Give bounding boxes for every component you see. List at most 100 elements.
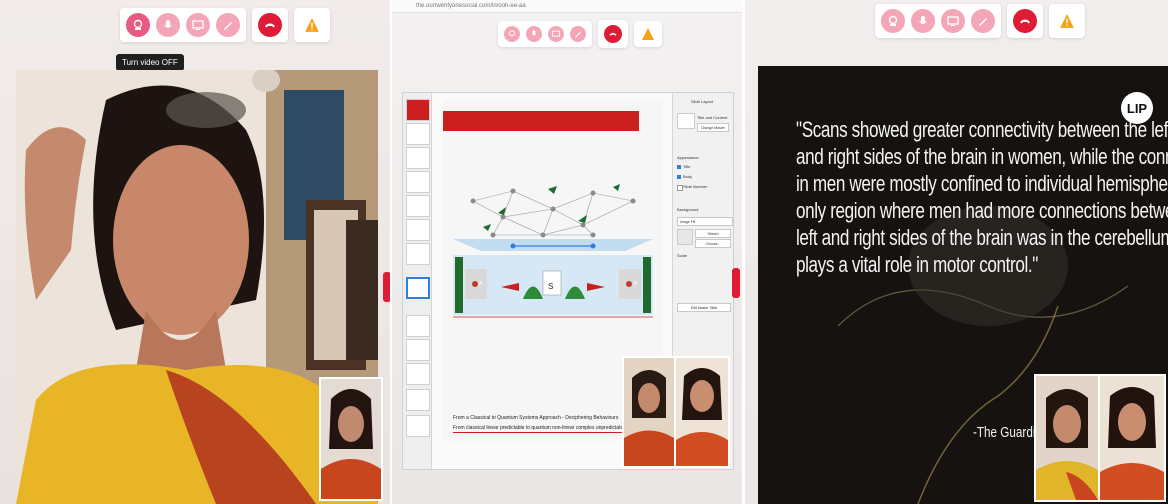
inspector-tab[interactable]: Slide Layout xyxy=(691,99,713,104)
end-call-group xyxy=(1007,4,1043,38)
report-group xyxy=(294,8,330,42)
call-toolbar xyxy=(875,4,1085,38)
toggle-mic-button[interactable] xyxy=(526,26,542,42)
participant-video-pip-2 xyxy=(674,356,730,468)
annotate-button[interactable] xyxy=(570,26,586,42)
pen-icon xyxy=(979,18,987,26)
browser-url-bar[interactable]: the.ourtwentyonesocial.com/in/ooh-ee-aa xyxy=(392,0,742,13)
sidebar-toggle-handle[interactable] xyxy=(732,268,740,298)
call-toolbar xyxy=(120,8,330,42)
participant-video-pip-1 xyxy=(1034,374,1100,502)
edit-master-button[interactable]: Edit Master Slide xyxy=(677,303,731,312)
screen-share-icon xyxy=(551,30,561,37)
sidebar-toggle-handle[interactable] xyxy=(383,272,390,302)
quote-line: and right sides of the brain in women, w… xyxy=(796,144,1168,169)
slide-thumbnail[interactable] xyxy=(406,389,430,411)
appearance-heading: Appearance xyxy=(677,155,699,160)
toggle-mic-button[interactable] xyxy=(156,13,180,37)
slide-navigator xyxy=(403,93,432,469)
participant-video-image xyxy=(624,358,674,466)
microphone-icon xyxy=(532,30,536,36)
participant-video-image xyxy=(321,379,381,499)
warning-icon xyxy=(642,28,654,40)
end-call-button[interactable] xyxy=(604,25,622,43)
screen-share-icon xyxy=(192,20,204,30)
microphone-icon xyxy=(164,20,172,28)
slide-caption-line2: From classical linear predictable to qua… xyxy=(453,425,626,431)
report-issue-button[interactable] xyxy=(1055,9,1079,33)
pen-icon xyxy=(575,31,581,38)
end-call-button[interactable] xyxy=(1013,9,1037,33)
end-call-icon xyxy=(1020,19,1030,24)
network-diagram xyxy=(453,184,653,318)
annotate-button[interactable] xyxy=(971,9,995,33)
slide-thumbnail[interactable] xyxy=(406,339,430,361)
scale-mode-select[interactable]: Stretch xyxy=(695,229,731,238)
participant-video-pip-2 xyxy=(1098,374,1166,502)
screen-share-icon xyxy=(947,16,959,26)
layout-name: Title and Content xyxy=(697,115,728,120)
slide-caption-line1: From a Classical to Quantum Systems Appr… xyxy=(453,415,619,421)
toggle-video-button[interactable] xyxy=(126,13,150,37)
microphone-icon xyxy=(919,16,927,24)
share-screen-button[interactable] xyxy=(186,13,210,37)
slide-title-bar xyxy=(443,111,639,131)
fill-type-select[interactable]: Image Fill xyxy=(677,217,733,226)
self-video-pip xyxy=(319,377,383,501)
left-label: A xyxy=(479,281,483,287)
camera-icon xyxy=(133,19,143,30)
media-controls xyxy=(120,8,246,42)
slide-thumbnail[interactable] xyxy=(406,171,430,193)
camera-icon xyxy=(888,15,898,26)
slide-thumbnail[interactable] xyxy=(406,147,430,169)
media-controls xyxy=(875,4,1001,38)
participant-video-image xyxy=(676,358,728,466)
end-call-button[interactable] xyxy=(258,13,282,37)
slide-thumbnail[interactable] xyxy=(406,315,430,337)
video-panel-screenshare: the.ourtwentyonesocial.com/in/ooh-ee-aa xyxy=(392,0,742,504)
choose-image-button[interactable]: Choose... xyxy=(695,239,731,248)
slide-thumbnail[interactable] xyxy=(406,243,430,265)
end-call-group xyxy=(252,8,288,42)
report-issue-button[interactable] xyxy=(640,26,656,42)
call-toolbar xyxy=(498,20,662,48)
title-checkbox[interactable] xyxy=(677,165,681,169)
share-screen-button[interactable] xyxy=(548,26,564,42)
caption-underline xyxy=(453,432,633,433)
toggle-video-button[interactable] xyxy=(881,9,905,33)
slide-thumbnail[interactable] xyxy=(406,123,430,145)
slide-thumbnail[interactable] xyxy=(406,99,430,121)
body-checkbox-label: Body xyxy=(683,174,693,179)
participant-video-image xyxy=(1100,376,1164,500)
pen-icon xyxy=(224,22,232,30)
layout-preview xyxy=(677,113,695,129)
camera-icon xyxy=(509,30,515,37)
participant-video-image xyxy=(1036,376,1098,500)
report-group xyxy=(634,21,662,47)
slide-thumbnail-selected[interactable] xyxy=(406,277,430,299)
slide-thumbnail[interactable] xyxy=(406,219,430,241)
slide-thumbnail[interactable] xyxy=(406,363,430,385)
toggle-mic-button[interactable] xyxy=(911,9,935,33)
slide-number-label: Slide Number xyxy=(683,184,708,189)
annotate-button[interactable] xyxy=(216,13,240,37)
participant-video-pip-1 xyxy=(622,356,676,468)
slide-thumbnail[interactable] xyxy=(406,415,430,437)
slide-thumbnail[interactable] xyxy=(406,195,430,217)
end-call-icon xyxy=(609,32,617,36)
end-call-group xyxy=(598,20,628,48)
center-label: S xyxy=(548,282,554,291)
media-controls xyxy=(498,21,592,47)
change-master-button[interactable]: Change Master xyxy=(697,123,729,132)
quote-line: "Scans showed greater connectivity betwe… xyxy=(796,117,1168,142)
quote-text: "Scans showed greater connectivity betwe… xyxy=(796,116,1168,278)
end-call-icon xyxy=(265,23,275,28)
video-panel-quote: LIP "Scans showed greater connectivity b… xyxy=(745,0,1168,504)
image-well[interactable] xyxy=(677,229,693,245)
title-checkbox-label: Title xyxy=(683,164,691,169)
report-issue-button[interactable] xyxy=(300,13,324,37)
toggle-video-button[interactable] xyxy=(504,26,520,42)
body-checkbox[interactable] xyxy=(677,175,681,179)
url-text: the.ourtwentyonesocial.com/in/ooh-ee-aa xyxy=(416,3,526,9)
share-screen-button[interactable] xyxy=(941,9,965,33)
